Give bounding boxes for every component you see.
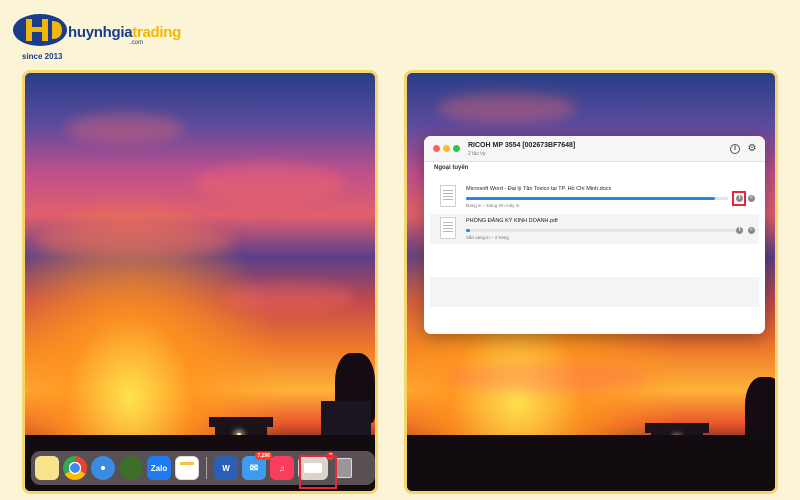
document-thumbnail-icon [440, 217, 456, 239]
settings-gear-icon[interactable]: ⚙ [747, 144, 757, 154]
zoom-button[interactable] [453, 145, 460, 152]
job-status: Sẵn sàng in – 2 trang [466, 235, 509, 240]
notes-icon[interactable] [35, 456, 59, 480]
cancel-job-button[interactable]: × [748, 195, 755, 202]
frog-app-icon[interactable] [119, 456, 143, 480]
logo-domain: .com [130, 40, 144, 46]
safari-icon[interactable] [91, 456, 115, 480]
job-count: 2 tác vụ [468, 151, 486, 157]
printer-title: RICOH MP 3554 [002673BF7648] [468, 142, 576, 149]
pause-job-highlight-box [732, 191, 746, 206]
logo-mark-icon [13, 14, 67, 46]
pause-printer-button[interactable]: ‖ [730, 144, 740, 154]
print-job-row[interactable]: PHÒNG ĐĂNG KÝ KINH DOANH.pdf Sẵn sàng in… [430, 214, 759, 244]
job-status: Đang in – Đang tìm máy in. [466, 203, 521, 208]
job-progress-bar [466, 197, 728, 200]
job-name: PHÒNG ĐĂNG KÝ KINH DOANH.pdf [466, 218, 558, 224]
job-progress-fill [466, 197, 715, 200]
empty-queue-area [430, 277, 759, 307]
print-queue-window: RICOH MP 3554 [002673BF7648] 2 tác vụ ‖ … [424, 136, 765, 334]
chrome-icon[interactable] [63, 456, 87, 480]
document-thumbnail-icon [440, 185, 456, 207]
window-titlebar: RICOH MP 3554 [002673BF7648] 2 tác vụ ‖ … [424, 136, 765, 162]
brand-logo: huynhgiatrading .com since 2013 [12, 8, 182, 61]
cancel-job-button[interactable]: × [748, 227, 755, 234]
close-button[interactable] [433, 145, 440, 152]
desktop-screenshot-right: RICOH MP 3554 [002673BF7648] 2 tác vụ ‖ … [404, 70, 778, 494]
printer-highlight-box [299, 455, 337, 489]
section-offline-label: Ngoại tuyến [434, 165, 469, 171]
job-name: Microsoft Word - Đại lý Tân Tovico tại T… [466, 186, 612, 192]
pause-job-button[interactable]: ‖ [736, 227, 743, 234]
print-job-row[interactable]: Microsoft Word - Đại lý Tân Tovico tại T… [430, 182, 759, 212]
word-icon[interactable]: W [214, 456, 238, 480]
reminders-icon[interactable] [175, 456, 199, 480]
zalo-icon[interactable]: Zalo [147, 456, 171, 480]
music-icon[interactable]: ♫ [270, 456, 294, 480]
logo-since: since 2013 [22, 52, 63, 61]
job-progress-fill [466, 229, 471, 232]
dock-separator [206, 457, 207, 479]
logo-wordmark: huynhgiatrading [68, 24, 181, 41]
mail-icon[interactable]: ✉ 7,296 [242, 452, 272, 480]
job-progress-bar [466, 229, 736, 232]
desktop-screenshot-left: Zalo W ✉ 7,296 ♫ 2 [22, 70, 378, 494]
minimize-button[interactable] [443, 145, 450, 152]
